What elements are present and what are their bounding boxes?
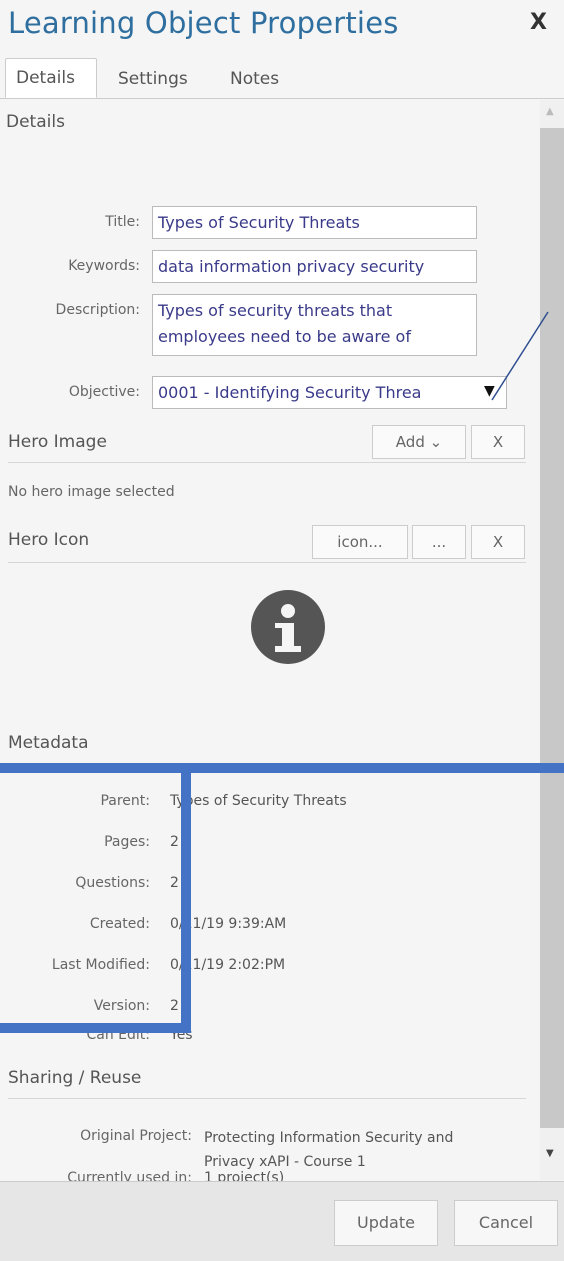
annotation-right-bar <box>181 763 191 1033</box>
annotation-top-bar <box>0 763 564 773</box>
annotation-bottom-bar <box>0 1023 191 1033</box>
annotation-overlay <box>491 311 549 401</box>
callout-line <box>491 311 549 401</box>
